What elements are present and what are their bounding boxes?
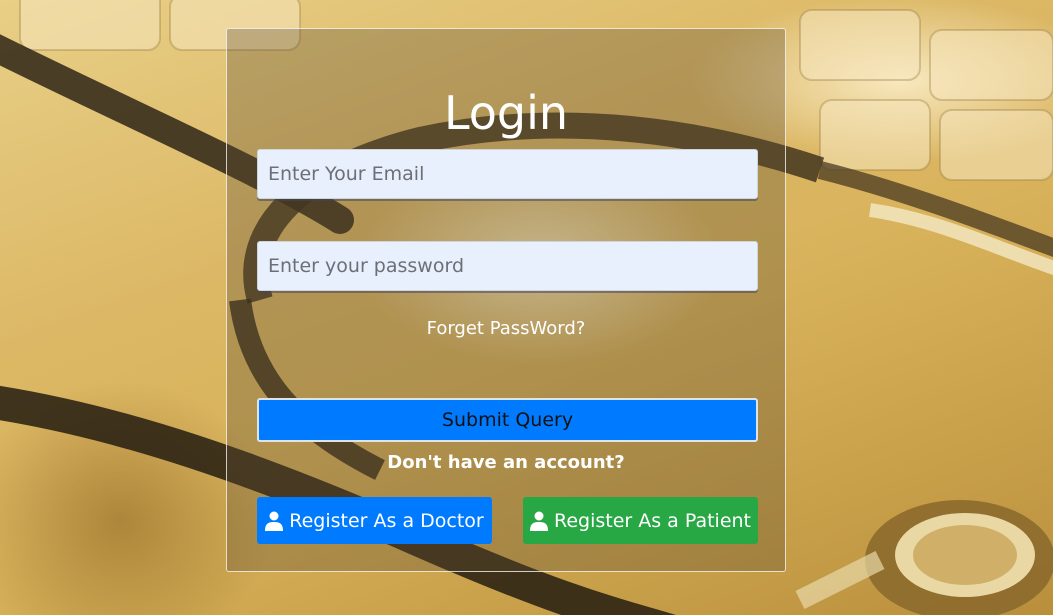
forgot-password-link[interactable]: Forget PassWord?	[227, 317, 785, 341]
no-account-text: Don't have an account?	[387, 452, 625, 473]
register-patient-button[interactable]: Register As a Patient	[523, 497, 758, 544]
page-title: Login	[443, 86, 569, 140]
login-card: Login Forget PassWord? Submit Query Don'…	[226, 28, 786, 572]
submit-button[interactable]: Submit Query	[257, 398, 758, 442]
password-input[interactable]	[257, 241, 758, 291]
user-icon	[265, 511, 284, 531]
email-input[interactable]	[257, 149, 758, 199]
register-patient-label: Register As a Patient	[553, 509, 752, 532]
user-icon	[529, 511, 548, 531]
register-doctor-label: Register As a Doctor	[289, 509, 484, 532]
register-doctor-button[interactable]: Register As a Doctor	[257, 497, 492, 544]
